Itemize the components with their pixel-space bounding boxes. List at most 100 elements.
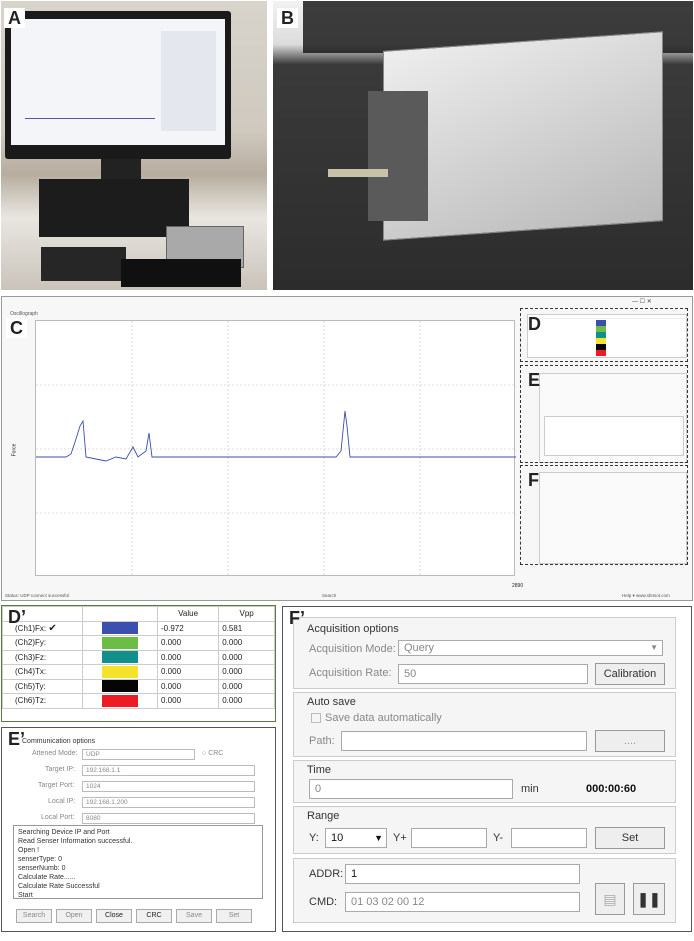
channel-table: Value Vpp (Ch1)Fx: ✔ -0.972 0.581 (Ch2)Fy: … (2, 606, 275, 709)
open-button[interactable]: Open (56, 909, 92, 923)
save-button[interactable]: Save (176, 909, 212, 923)
autosave-check-label: Save data automatically (325, 712, 442, 724)
target-port-label: Target Port: (38, 782, 75, 789)
panel-label-e-prime: E’ (8, 729, 26, 749)
channel-color[interactable] (82, 620, 158, 636)
table-row[interactable]: (Ch6)Tz: 0.000 0.000 (2, 693, 275, 709)
range-title: Range (307, 810, 340, 822)
table-row[interactable]: (Ch4)Tx: 0.000 0.000 (2, 664, 275, 680)
log-box[interactable]: Searching Device IP and Port Read Senser … (13, 825, 263, 899)
panel-label-f-prime: F’ (289, 608, 305, 628)
log-line: Searching Device IP and Port (18, 829, 110, 836)
log-line: senserType: 0 (18, 856, 62, 863)
browse-button[interactable]: .... (595, 730, 665, 752)
monitor-stand (101, 159, 141, 179)
table-row[interactable]: (Ch3)Fz: 0.000 0.000 (2, 649, 275, 665)
close-button[interactable]: Close (96, 909, 132, 923)
chevron-down-icon: ▼ (374, 833, 383, 843)
channel-vpp: 0.000 (218, 635, 275, 651)
addr-field[interactable]: 1 (345, 864, 580, 884)
time-unit: min (521, 783, 539, 795)
time-clock: 000:00:60 (586, 783, 637, 795)
channel-vpp: 0.000 (218, 693, 275, 709)
table-row[interactable]: (Ch5)Ty: 0.000 0.000 (2, 678, 275, 694)
panel-label-d: D (528, 314, 541, 334)
window-title: Oscillograph (10, 311, 38, 317)
pause-button[interactable]: ❚❚ (633, 883, 665, 915)
channel-color[interactable] (82, 678, 158, 694)
crc-radio[interactable]: ○ CRC (202, 750, 223, 757)
target-port-field[interactable]: 1024 (82, 781, 255, 792)
panel-label-d-prime: D’ (8, 607, 26, 627)
acq-mode-label: Acquisition Mode: (309, 643, 396, 655)
path-field[interactable] (341, 731, 587, 751)
color-swatch (102, 651, 138, 664)
autosave-title: Auto save (307, 696, 356, 708)
channel-value: 0.000 (156, 635, 220, 651)
force-trace (36, 410, 516, 462)
channel-vpp: 0.000 (218, 678, 275, 694)
channel-vpp: 0.581 (218, 620, 275, 636)
y-axis-label: Force (11, 443, 18, 457)
y-select[interactable]: 10 ▼ (325, 828, 387, 848)
set-button[interactable]: Set (595, 827, 665, 849)
help-link[interactable]: Help ▾ www.sbmiot.com (622, 593, 670, 599)
value-header: Value (156, 606, 220, 622)
local-ip-field[interactable]: 192.168.1.200 (82, 797, 255, 808)
time-title: Time (307, 764, 332, 776)
y-plus-field[interactable] (411, 828, 487, 848)
y-minus-field[interactable] (511, 828, 587, 848)
panel-label-e: E (528, 370, 541, 390)
acq-mode-value: Query (404, 642, 434, 654)
acq-rate-label: Acquisition Rate: (309, 667, 392, 679)
channel-color[interactable] (82, 649, 158, 665)
daq-device (121, 259, 241, 287)
document-icon[interactable]: ▤ (595, 883, 625, 915)
log-line: Open ! (18, 847, 40, 854)
channel-value: 0.000 (156, 678, 220, 694)
acq-title: Acquisition options (307, 623, 399, 635)
status-bar: Status: UDP connect successful (5, 593, 69, 598)
cmd-field[interactable]: 01 03 02 00 12 (345, 892, 580, 912)
mode-select[interactable]: UDP (82, 749, 195, 760)
comm-title: Communication options (22, 738, 96, 745)
y-minus-label: Y- (493, 832, 503, 844)
channel-value: 0.000 (156, 649, 220, 665)
sensor-front (368, 91, 428, 221)
color-swatch (102, 680, 138, 693)
addr-label: ADDR: (309, 868, 344, 880)
target-ip-field[interactable]: 192.168.1.1 (82, 765, 255, 776)
channel-name: (Ch5)Ty: (2, 678, 83, 694)
autosave-checkbox[interactable]: Save data automatically (311, 712, 442, 724)
panel-label-b: B (277, 8, 298, 28)
channel-color[interactable] (82, 693, 158, 709)
table-header-row: Value Vpp (2, 606, 275, 622)
channel-table-panel: Value Vpp (Ch1)Fx: ✔ -0.972 0.581 (Ch2)Fy: … (1, 605, 276, 722)
channel-name: (Ch3)Fz: (2, 649, 83, 665)
cmd-label: CMD: (309, 896, 338, 908)
window-controls[interactable]: — ☐ ✕ (632, 298, 652, 305)
channel-name: (Ch4)Tx: (2, 664, 83, 680)
acq-rate-field[interactable]: 50 (398, 664, 588, 684)
channel-name: (Ch6)Tz: (2, 693, 83, 709)
log-line: senserNumb: 0 (18, 865, 66, 872)
log-line: Start (18, 892, 33, 899)
search-button[interactable]: Search (16, 909, 52, 923)
table-row[interactable]: (Ch2)Fy: 0.000 0.000 (2, 635, 275, 651)
acq-mode-select[interactable]: Query ▼ (398, 640, 663, 656)
y-label: Y: (309, 832, 319, 844)
channel-color[interactable] (82, 664, 158, 680)
time-field[interactable]: 0 (309, 779, 513, 799)
table-row[interactable]: (Ch1)Fx: ✔ -0.972 0.581 (2, 620, 275, 636)
channel-color[interactable] (82, 635, 158, 651)
crc-button[interactable]: CRC (136, 909, 172, 923)
calibration-button[interactable]: Calibration (595, 663, 665, 685)
photo-a-lab-setup (1, 1, 267, 290)
local-port-field[interactable]: 8080 (82, 813, 255, 824)
channel-value: -0.972 (156, 620, 220, 636)
set-button[interactable]: Set (216, 909, 252, 923)
crc-label: CRC (208, 750, 224, 757)
panel-label-c: C (6, 318, 27, 338)
color-swatch (102, 694, 138, 707)
acquisition-panel: Acquisition options Acquisition Mode: Qu… (282, 606, 692, 932)
